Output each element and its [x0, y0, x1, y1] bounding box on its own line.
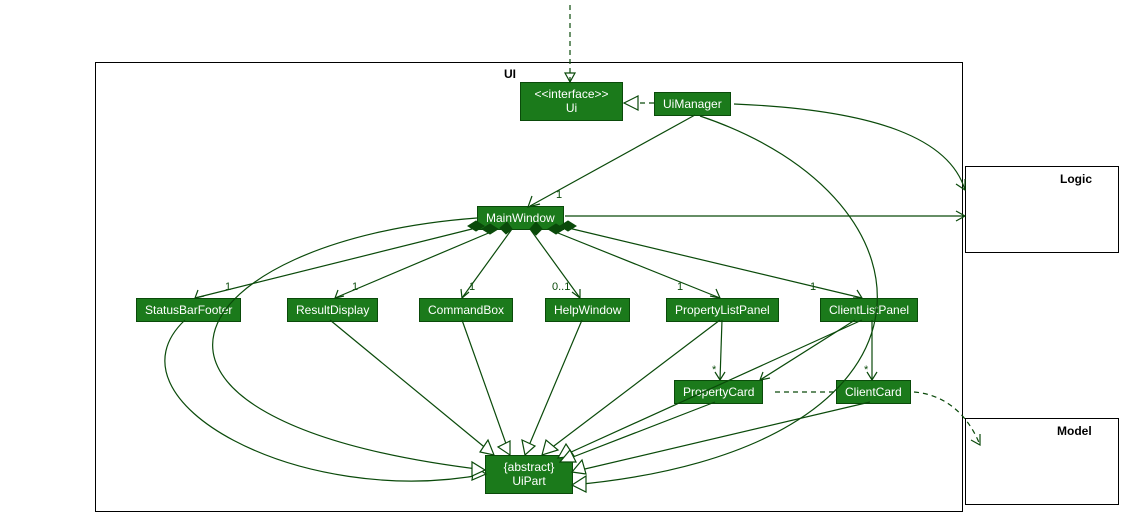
class-uipart-name: UiPart	[494, 474, 564, 488]
mult-commandbox: 1	[469, 281, 475, 293]
mult-propertycard: *	[712, 364, 716, 376]
mult-propertylistpanel: 1	[677, 281, 683, 293]
class-propertylistpanel: PropertyListPanel	[666, 298, 779, 322]
mult-mainwindow: 1	[556, 189, 562, 201]
class-uimanager: UiManager	[654, 92, 731, 116]
mult-helpwindow: 0..1	[552, 281, 570, 293]
mult-resultdisplay: 1	[352, 281, 358, 293]
mult-clientcard: *	[864, 364, 868, 376]
class-ui-interface: <<interface>> Ui	[520, 82, 623, 121]
class-uipart: {abstract} UiPart	[485, 455, 573, 494]
package-ui-label: UI	[504, 67, 516, 81]
class-clientcard: ClientCard	[836, 380, 911, 404]
package-model	[965, 418, 1119, 505]
stereotype-interface: <<interface>>	[529, 87, 614, 101]
mult-clientlistpanel: 1	[810, 281, 816, 293]
class-ui-interface-name: Ui	[529, 101, 614, 115]
class-commandbox: CommandBox	[419, 298, 513, 322]
mult-statusbarfooter: 1	[225, 281, 231, 293]
package-logic	[965, 166, 1119, 253]
class-propertycard: PropertyCard	[674, 380, 763, 404]
diagram-canvas: UI Logic Model <<interface>> Ui UiManage…	[0, 0, 1123, 524]
class-clientlistpanel: ClientListPanel	[820, 298, 918, 322]
class-mainwindow: MainWindow	[477, 206, 564, 230]
package-model-label: Model	[1057, 424, 1092, 438]
stereotype-abstract: {abstract}	[494, 460, 564, 474]
class-resultdisplay: ResultDisplay	[287, 298, 378, 322]
class-statusbarfooter: StatusBarFooter	[136, 298, 241, 322]
class-helpwindow: HelpWindow	[545, 298, 630, 322]
package-logic-label: Logic	[1060, 172, 1092, 186]
